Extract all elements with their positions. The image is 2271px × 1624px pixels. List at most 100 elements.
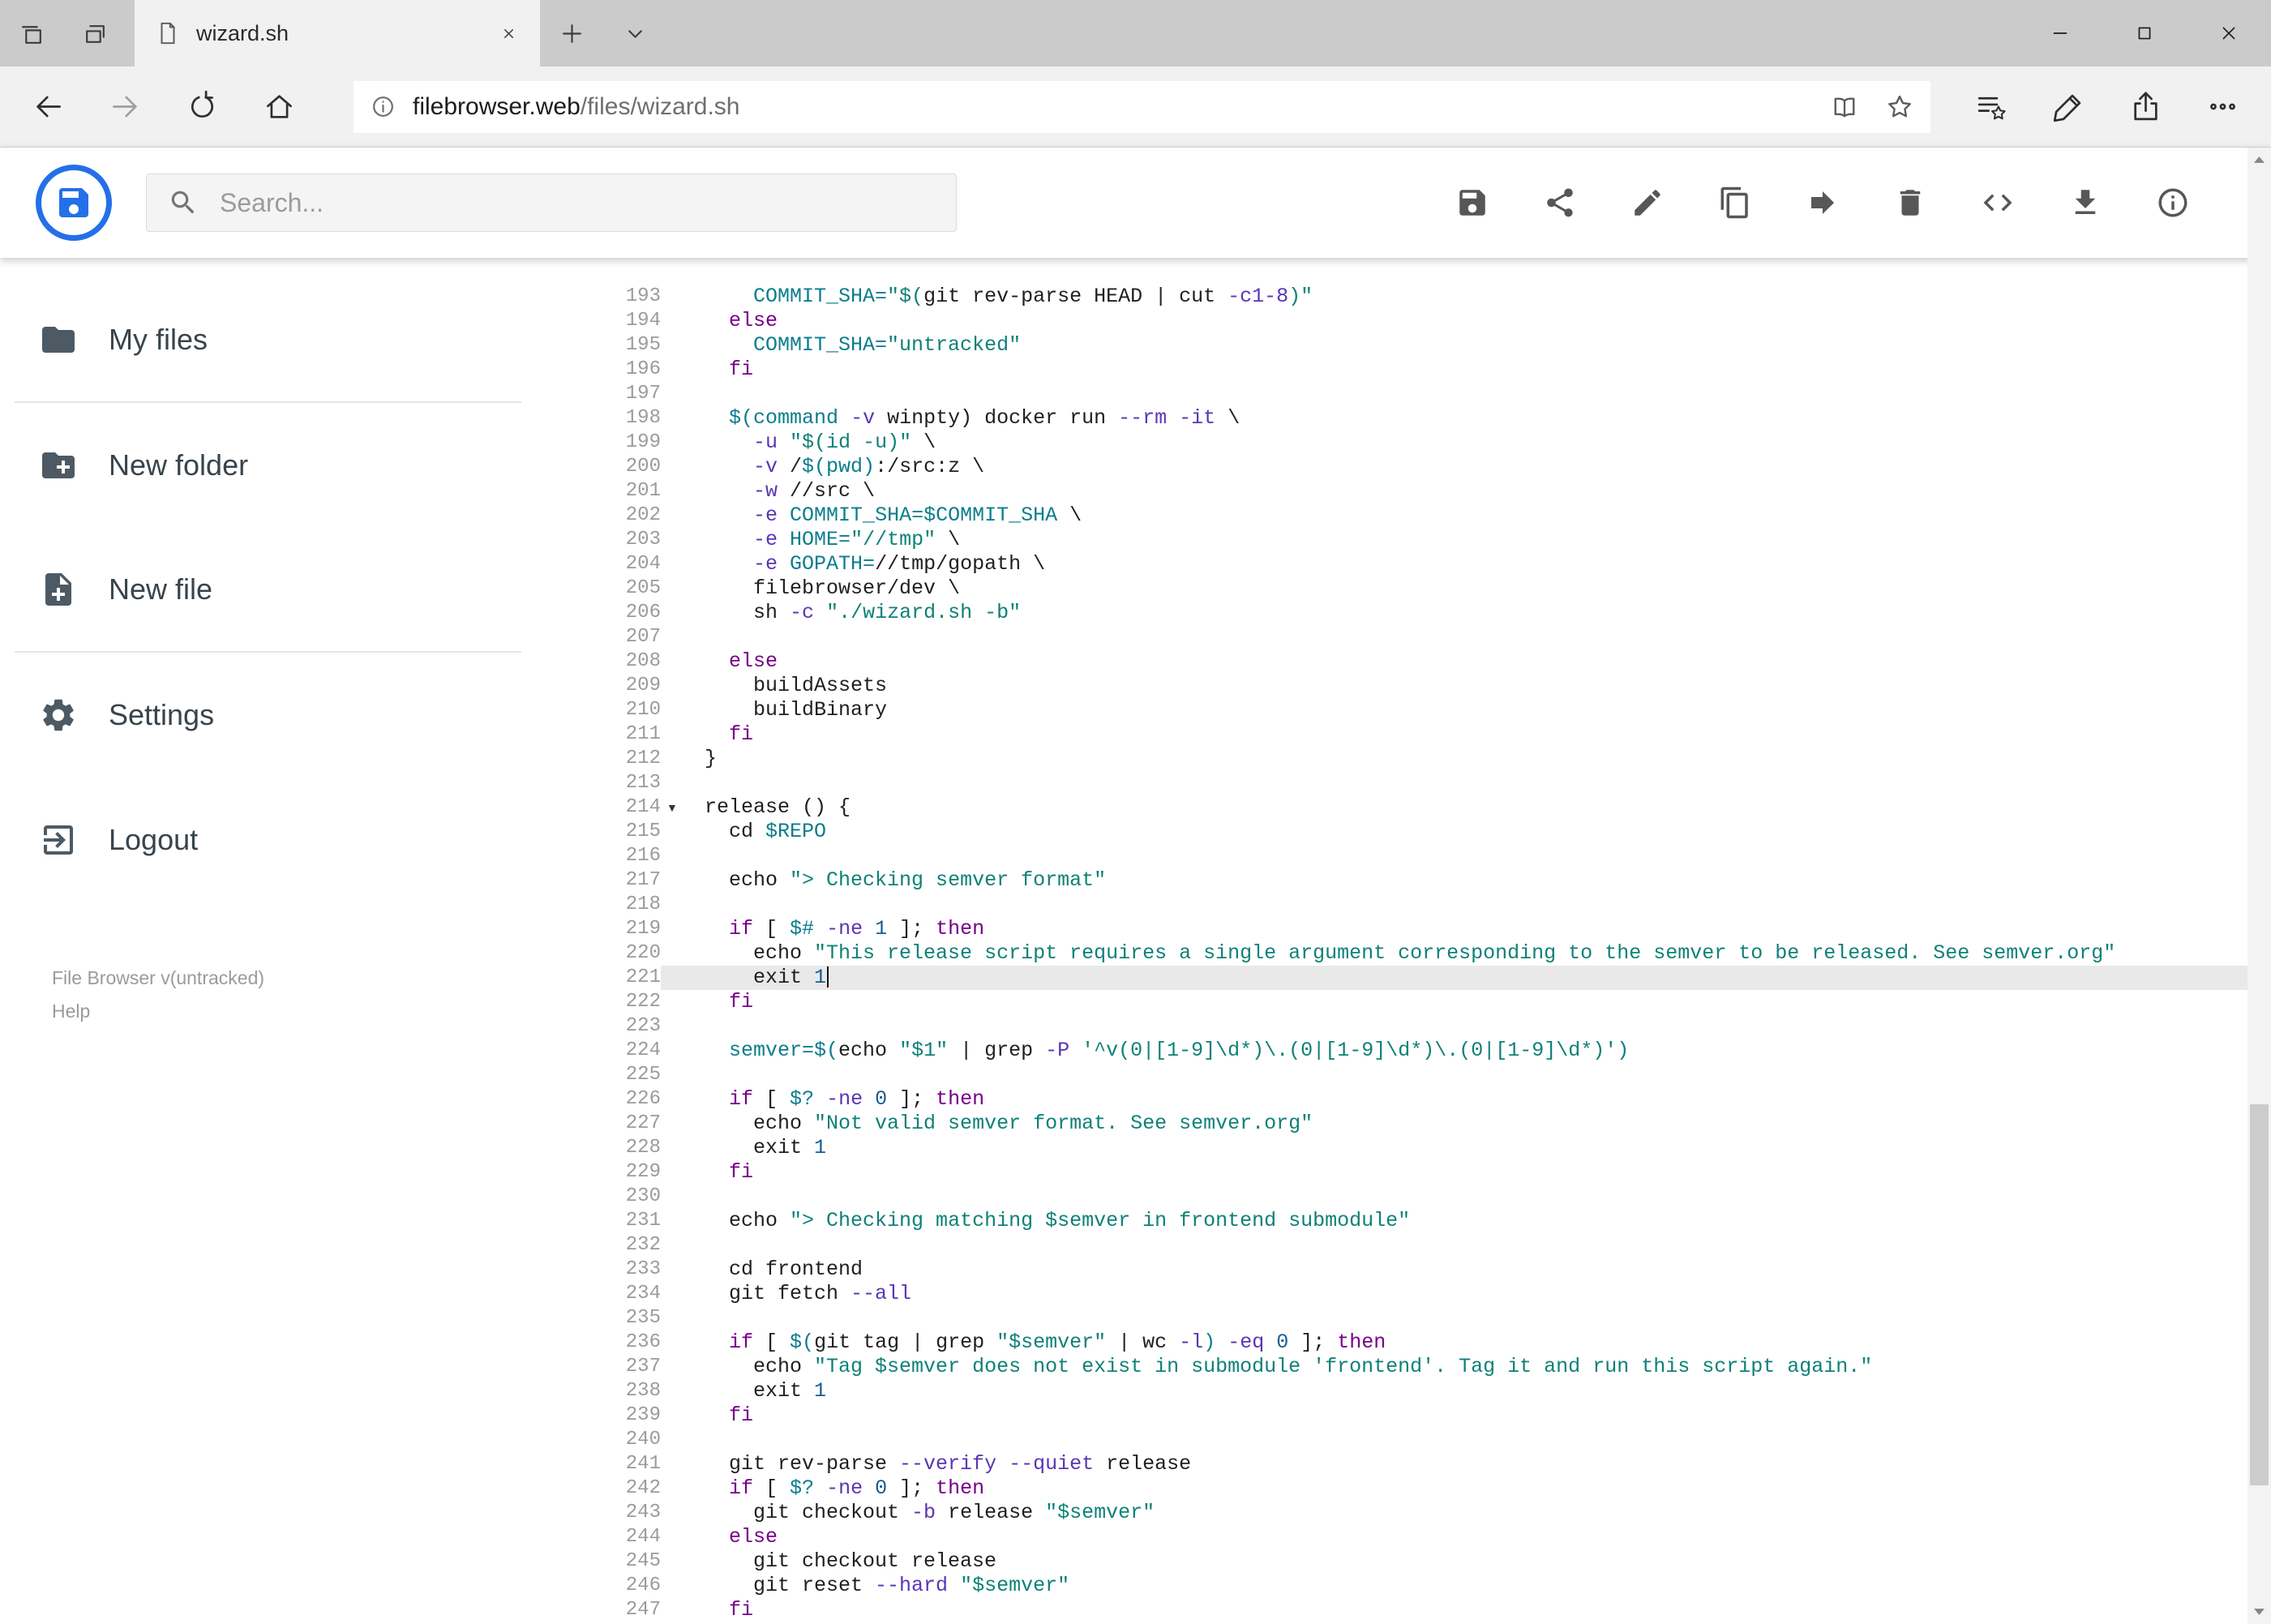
sidebar-item-new-file[interactable]: New file [15,528,521,653]
web-notes-pen-button[interactable] [2030,75,2107,139]
code-line[interactable]: fi [705,1160,2271,1185]
code-line[interactable]: filebrowser/dev \ [705,576,2271,601]
code-line[interactable]: fi [705,1403,2271,1428]
code-line[interactable]: git reset --hard "$semver" [705,1574,2271,1598]
sidebar-item-logout[interactable]: Logout [15,778,521,902]
rename-button[interactable] [1630,186,1665,220]
code-line[interactable] [705,1014,2271,1039]
scrollbar-thumb[interactable] [2250,1104,2269,1485]
code-line[interactable]: } [705,747,2271,771]
sidebar-item-settings[interactable]: Settings [15,653,521,778]
home-button[interactable] [241,75,318,139]
code-line[interactable]: if [ $# -ne 1 ]; then [705,917,2271,941]
code-line[interactable]: -e GOPATH=//tmp/gopath \ [705,552,2271,576]
tab-close-icon[interactable] [499,24,519,44]
code-line[interactable]: exit 1 [705,1136,2271,1160]
code-line[interactable]: exit 1 [705,966,2271,990]
code-line[interactable]: semver=$(echo "$1" | grep -P '^v(0|[1-9]… [705,1039,2271,1063]
code-line[interactable]: echo "> Checking semver format" [705,868,2271,893]
code-line[interactable]: fi [705,358,2271,382]
hub-favorites-button[interactable] [1953,75,2030,139]
code-line[interactable] [705,1306,2271,1330]
code-line[interactable] [705,1063,2271,1087]
code-line[interactable]: else [705,1525,2271,1549]
scroll-down-arrow[interactable] [2247,1600,2271,1624]
minimize-button[interactable] [2018,0,2102,66]
code-line[interactable]: echo "Tag $semver does not exist in subm… [705,1355,2271,1379]
code-line[interactable]: echo "Not valid semver format. See semve… [705,1112,2271,1136]
sidebar-item-new-folder[interactable]: New folder [15,403,521,528]
search-input[interactable] [220,187,868,218]
code-line[interactable]: if [ $(git tag | grep "$semver" | wc -l)… [705,1330,2271,1355]
code-line[interactable]: COMMIT_SHA="$(git rev-parse HEAD | cut -… [705,285,2271,309]
code-line[interactable]: $(command -v winpty) docker run --rm -it… [705,406,2271,431]
code-line[interactable]: echo "This release script requires a sin… [705,941,2271,966]
forward-button[interactable] [87,75,164,139]
move-button[interactable] [1806,186,1840,220]
code-line[interactable]: fi [705,1598,2271,1622]
code-editor[interactable]: 193 COMMIT_SHA="$(git rev-parse HEAD | c… [580,258,2271,1624]
copy-button[interactable] [1718,186,1752,220]
reading-view-icon[interactable] [1830,92,1859,122]
code-line[interactable] [705,1233,2271,1258]
close-button[interactable] [2187,0,2271,66]
code-line[interactable] [705,771,2271,795]
address-bar[interactable]: filebrowser.web/files/wizard.sh [354,80,1930,133]
code-line[interactable]: git checkout release [705,1549,2271,1574]
code-line[interactable]: fi [705,722,2271,747]
info-button[interactable] [2156,186,2190,220]
code-line[interactable] [705,625,2271,649]
maximize-button[interactable] [2102,0,2187,66]
code-line[interactable]: -u "$(id -u)" \ [705,431,2271,455]
code-line[interactable]: -e COMMIT_SHA=$COMMIT_SHA \ [705,503,2271,528]
help-link[interactable]: Help [52,1001,580,1022]
share-page-button[interactable] [2107,75,2184,139]
code-line[interactable]: fi [705,990,2271,1014]
code-line[interactable]: if [ $? -ne 0 ]; then [705,1087,2271,1112]
code-line[interactable]: else [705,649,2271,674]
site-info-icon[interactable] [370,93,396,120]
filebrowser-logo[interactable] [36,165,112,241]
favorite-star-icon[interactable] [1885,92,1914,122]
save-button[interactable] [1455,186,1489,220]
fold-gutter[interactable]: ▼ [661,795,705,820]
code-line[interactable]: cd $REPO [705,820,2271,844]
code-line[interactable]: git rev-parse --verify --quiet release [705,1452,2271,1476]
code-line[interactable]: -v /$(pwd):/src:z \ [705,455,2271,479]
code-line[interactable] [705,844,2271,868]
delete-button[interactable] [1893,186,1927,220]
sidebar-item-my-files[interactable]: My files [15,278,521,403]
code-line[interactable]: cd frontend [705,1258,2271,1282]
download-button[interactable] [2068,186,2102,220]
code-line[interactable]: buildAssets [705,674,2271,698]
code-line[interactable]: git checkout -b release "$semver" [705,1501,2271,1525]
code-line[interactable]: COMMIT_SHA="untracked" [705,333,2271,358]
new-tab-button[interactable] [540,0,603,66]
code-line[interactable] [705,893,2271,917]
code-line[interactable]: -e HOME="//tmp" \ [705,528,2271,552]
more-options-button[interactable] [2184,75,2261,139]
code-line[interactable]: echo "> Checking matching $semver in fro… [705,1209,2271,1233]
back-button[interactable] [10,75,87,139]
tab-list-chevron-icon[interactable] [603,0,666,66]
code-line[interactable]: -w //src \ [705,479,2271,503]
code-line[interactable]: sh -c "./wizard.sh -b" [705,601,2271,625]
tabs-preview-button[interactable] [63,0,126,66]
code-line[interactable]: exit 1 [705,1379,2271,1403]
code-line[interactable]: buildBinary [705,698,2271,722]
code-line[interactable]: git fetch --all [705,1282,2271,1306]
share-button[interactable] [1543,186,1577,220]
code-line[interactable] [705,1428,2271,1452]
refresh-button[interactable] [164,75,241,139]
scroll-up-arrow[interactable] [2247,148,2271,172]
code-line[interactable] [705,1185,2271,1209]
code-line[interactable]: if [ $? -ne 0 ]; then [705,1476,2271,1501]
set-tabs-aside-button[interactable] [0,0,63,66]
code-line[interactable] [705,382,2271,406]
search-box[interactable] [146,174,957,232]
browser-tab[interactable]: wizard.sh [135,0,540,66]
code-line[interactable]: release () { [705,795,2271,820]
code-view-button[interactable] [1981,186,2015,220]
code-line[interactable]: else [705,309,2271,333]
page-scrollbar[interactable] [2247,148,2271,1624]
